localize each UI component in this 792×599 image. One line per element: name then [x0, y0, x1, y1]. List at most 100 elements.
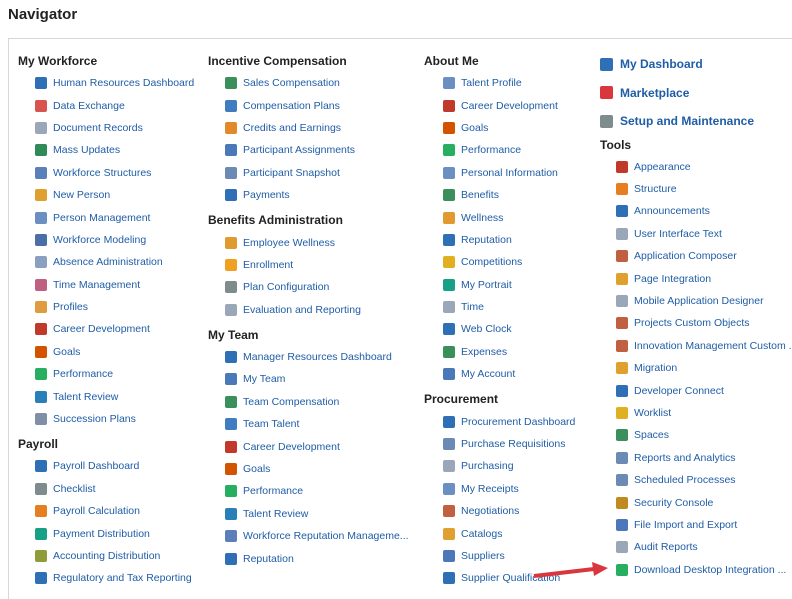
nav-item-payments[interactable]: Payments [208, 184, 409, 206]
nav-item-enrollment[interactable]: Enrollment [208, 254, 409, 276]
nav-item-human-resources-dashboard[interactable]: Human Resources Dashboard [18, 72, 194, 94]
nav-item-performance[interactable]: Performance [18, 363, 194, 385]
nav-item-workforce-structures[interactable]: Workforce Structures [18, 162, 194, 184]
nav-item-credits-and-earnings[interactable]: Credits and Earnings [208, 117, 409, 139]
nav-item-time[interactable]: Time [424, 296, 575, 318]
nav-item-workforce-modeling[interactable]: Workforce Modeling [18, 229, 194, 251]
nav-item-migration[interactable]: Migration [600, 357, 792, 379]
nav-item-new-person[interactable]: New Person [18, 184, 194, 206]
nav-item-talent-review[interactable]: Talent Review [18, 385, 194, 407]
nav-item-workforce-reputation-manageme[interactable]: Workforce Reputation Manageme... [208, 525, 409, 547]
nav-item-my-team[interactable]: My Team [208, 368, 409, 390]
nav-item-benefits[interactable]: Benefits [424, 184, 575, 206]
nav-item-announcements[interactable]: Announcements [600, 200, 792, 222]
nav-item-label: Personal Information [461, 166, 558, 179]
nav-item-data-exchange[interactable]: Data Exchange [18, 94, 194, 116]
nav-item-team-compensation[interactable]: Team Compensation [208, 391, 409, 413]
nav-item-employee-wellness[interactable]: Employee Wellness [208, 231, 409, 253]
nav-item-label: Checklist [53, 482, 96, 495]
nav-item-catalogs[interactable]: Catalogs [424, 522, 575, 544]
nav-item-accounting-distribution[interactable]: Accounting Distribution [18, 545, 194, 567]
nav-item-career-development[interactable]: Career Development [424, 94, 575, 116]
comp-plans-icon [225, 99, 237, 112]
nav-item-label: Catalogs [461, 527, 503, 540]
nav-item-absence-administration[interactable]: Absence Administration [18, 251, 194, 273]
nav-item-negotiations[interactable]: Negotiations [424, 500, 575, 522]
nav-item-checklist[interactable]: Checklist [18, 478, 194, 500]
nav-item-audit-reports[interactable]: Audit Reports [600, 536, 792, 558]
nav-item-spaces[interactable]: Spaces [600, 424, 792, 446]
nav-item-goals[interactable]: Goals [424, 117, 575, 139]
nav-item-structure[interactable]: Structure [600, 178, 792, 200]
nav-item-reports-and-analytics[interactable]: Reports and Analytics [600, 447, 792, 469]
nav-item-web-clock[interactable]: Web Clock [424, 318, 575, 340]
nav-item-wellness[interactable]: Wellness [424, 206, 575, 228]
nav-item-label: Reports and Analytics [634, 451, 736, 464]
nav-item-download-desktop-integration[interactable]: Download Desktop Integration ... [600, 559, 792, 581]
nav-item-document-records[interactable]: Document Records [18, 117, 194, 139]
mass-update-icon [35, 144, 47, 157]
nav-item-payroll-calculation[interactable]: Payroll Calculation [18, 500, 194, 522]
nav-item-talent-review[interactable]: Talent Review [208, 503, 409, 525]
nav-item-succession-plans[interactable]: Succession Plans [18, 408, 194, 430]
nav-item-payroll-dashboard[interactable]: Payroll Dashboard [18, 455, 194, 477]
nav-item-team-talent[interactable]: Team Talent [208, 413, 409, 435]
link-setup-and-maintenance[interactable]: Setup and Maintenance [600, 107, 792, 136]
nav-item-worklist[interactable]: Worklist [600, 402, 792, 424]
nav-item-regulatory-and-tax-reporting[interactable]: Regulatory and Tax Reporting [18, 567, 194, 589]
nav-item-expenses[interactable]: Expenses [424, 341, 575, 363]
nav-item-reputation[interactable]: Reputation [424, 229, 575, 251]
nav-item-performance[interactable]: Performance [424, 139, 575, 161]
nav-item-career-development[interactable]: Career Development [208, 435, 409, 457]
new-person-icon [35, 189, 47, 202]
nav-item-performance[interactable]: Performance [208, 480, 409, 502]
nav-item-payment-distribution[interactable]: Payment Distribution [18, 522, 194, 544]
nav-item-projects-custom-objects[interactable]: Projects Custom Objects [600, 312, 792, 334]
performance-icon [443, 144, 455, 157]
goals-icon [35, 345, 47, 358]
nav-item-developer-connect[interactable]: Developer Connect [600, 379, 792, 401]
link-marketplace[interactable]: Marketplace [600, 79, 792, 108]
nav-item-mobile-application-designer[interactable]: Mobile Application Designer [600, 290, 792, 312]
nav-item-label: Time Management [53, 278, 141, 291]
nav-item-label: Payments [243, 189, 290, 202]
nav-item-my-portrait[interactable]: My Portrait [424, 274, 575, 296]
qualification-icon [443, 572, 455, 585]
nav-item-label: Career Development [461, 99, 558, 112]
nav-item-competitions[interactable]: Competitions [424, 251, 575, 273]
nav-item-mass-updates[interactable]: Mass Updates [18, 139, 194, 161]
nav-item-manager-resources-dashboard[interactable]: Manager Resources Dashboard [208, 346, 409, 368]
nav-item-my-receipts[interactable]: My Receipts [424, 478, 575, 500]
nav-item-label: Time [461, 301, 484, 314]
nav-item-innovation-management-custom[interactable]: Innovation Management Custom ... [600, 335, 792, 357]
nav-item-personal-information[interactable]: Personal Information [424, 162, 575, 184]
nav-item-person-management[interactable]: Person Management [18, 206, 194, 228]
nav-item-file-import-and-export[interactable]: File Import and Export [600, 514, 792, 536]
nav-item-scheduled-processes[interactable]: Scheduled Processes [600, 469, 792, 491]
nav-item-participant-assignments[interactable]: Participant Assignments [208, 139, 409, 161]
nav-item-evaluation-and-reporting[interactable]: Evaluation and Reporting [208, 299, 409, 321]
nav-item-goals[interactable]: Goals [208, 458, 409, 480]
nav-item-talent-profile[interactable]: Talent Profile [424, 72, 575, 94]
nav-item-career-development[interactable]: Career Development [18, 318, 194, 340]
link-my-dashboard[interactable]: My Dashboard [600, 50, 792, 79]
nav-item-my-account[interactable]: My Account [424, 363, 575, 385]
nav-item-user-interface-text[interactable]: User Interface Text [600, 223, 792, 245]
nav-item-procurement-dashboard[interactable]: Procurement Dashboard [424, 410, 575, 432]
nav-item-compensation-plans[interactable]: Compensation Plans [208, 94, 409, 116]
nav-item-purchasing[interactable]: Purchasing [424, 455, 575, 477]
nav-item-security-console[interactable]: Security Console [600, 491, 792, 513]
nav-item-goals[interactable]: Goals [18, 341, 194, 363]
nav-item-sales-compensation[interactable]: Sales Compensation [208, 72, 409, 94]
nav-item-appearance[interactable]: Appearance [600, 156, 792, 178]
column-3: About Me Talent Profile Career Development… [424, 50, 575, 590]
composer-icon [616, 250, 628, 263]
nav-item-page-integration[interactable]: Page Integration [600, 267, 792, 289]
nav-item-reputation[interactable]: Reputation [208, 547, 409, 569]
nav-item-time-management[interactable]: Time Management [18, 274, 194, 296]
nav-item-profiles[interactable]: Profiles [18, 296, 194, 318]
nav-item-purchase-requisitions[interactable]: Purchase Requisitions [424, 433, 575, 455]
nav-item-plan-configuration[interactable]: Plan Configuration [208, 276, 409, 298]
nav-item-application-composer[interactable]: Application Composer [600, 245, 792, 267]
nav-item-participant-snapshot[interactable]: Participant Snapshot [208, 162, 409, 184]
